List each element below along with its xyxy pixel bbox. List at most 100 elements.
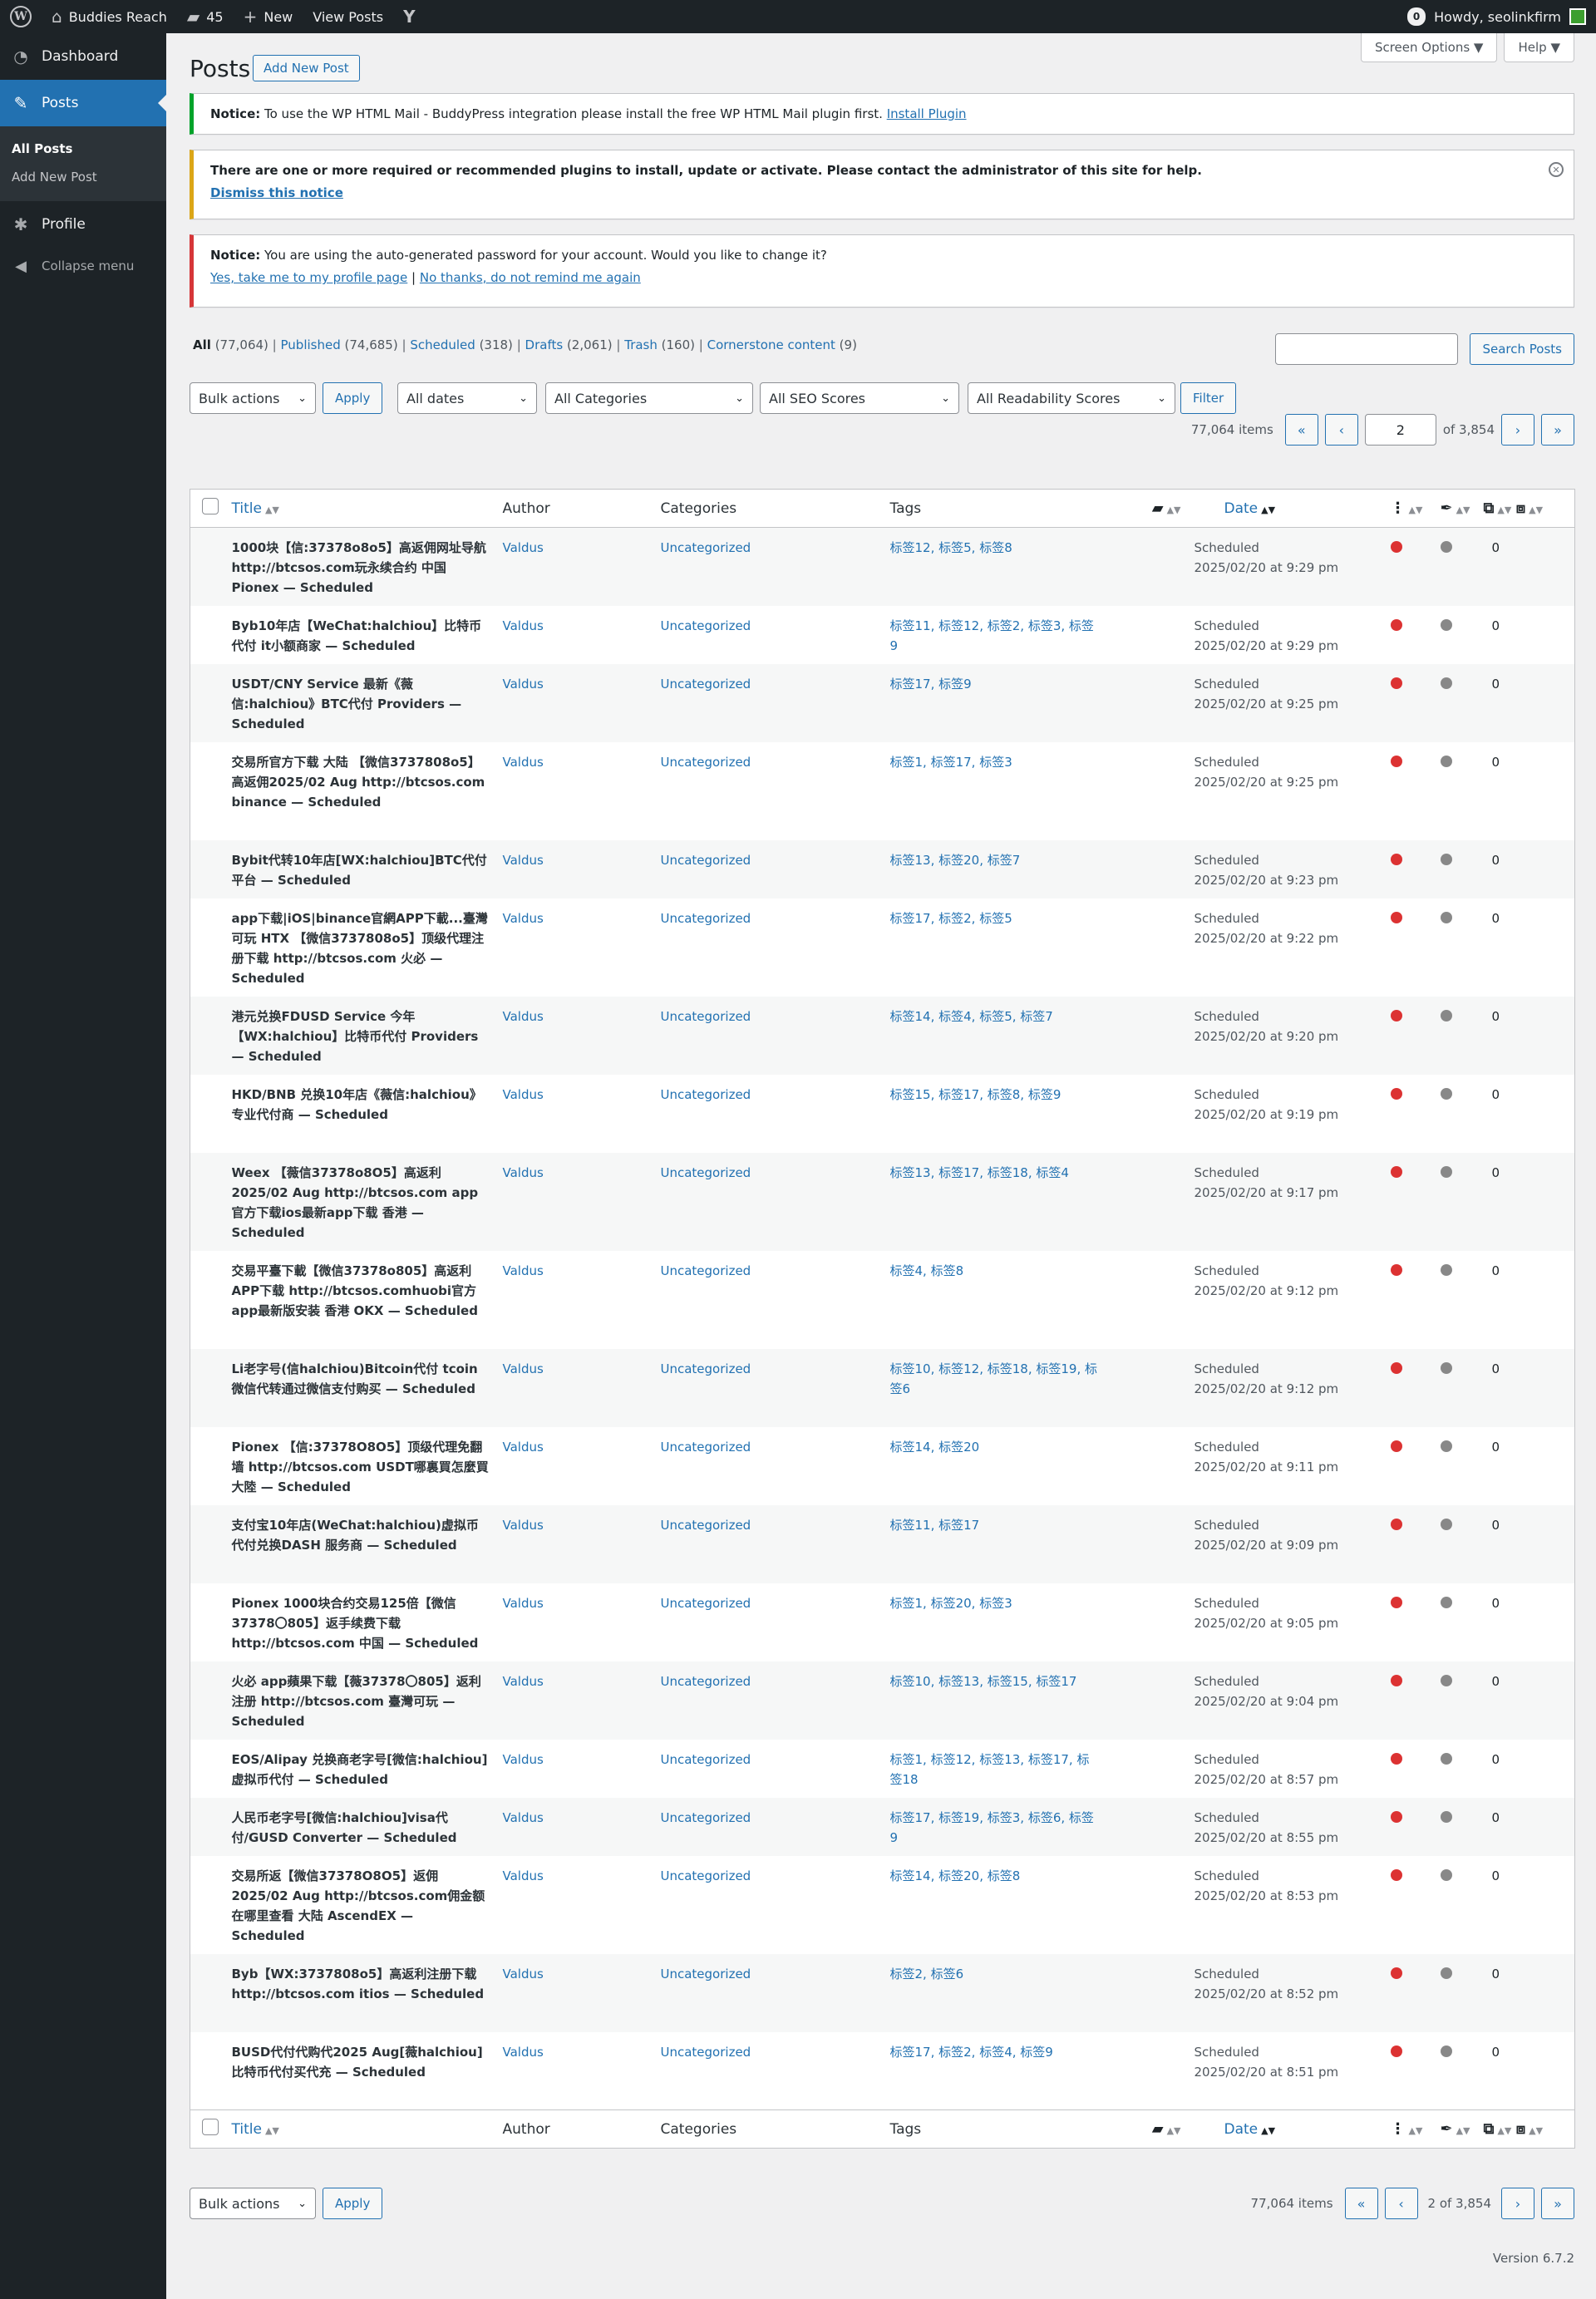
next-page-button[interactable]: ›	[1501, 414, 1534, 446]
tags-link[interactable]: 标签15, 标签17, 标签8, 标签9	[890, 1087, 1062, 1102]
post-title-text[interactable]: 1000块【信:37378o8o5】高返佣网址导航 http://btcsos.…	[232, 540, 486, 595]
author-link[interactable]: Valdus	[503, 1361, 544, 1376]
dismiss-icon[interactable]: ✕	[1549, 162, 1564, 177]
post-title[interactable]: Pionex 1000块合约交易125倍【微信37378〇805】返手续费下载 …	[225, 1583, 496, 1661]
menu-posts[interactable]: ✎ Posts	[0, 80, 166, 126]
account-menu[interactable]: 0 Howdy, seolinkfirm	[1397, 0, 1596, 33]
post-title-text[interactable]: 港元兑换FDUSD Service 今年【WX:halchiou】比特币代付 P…	[232, 1009, 479, 1064]
column-links-bottom[interactable]: ⧉ ▲▼ ⧈ ▲▼	[1476, 2109, 1575, 2149]
author-link[interactable]: Valdus	[503, 1596, 544, 1611]
site-name-link[interactable]: ⌂ Buddies Reach	[42, 0, 177, 33]
view-all[interactable]: All	[193, 337, 211, 352]
post-title-text[interactable]: 支付宝10年店(WeChat:halchiou)虚拟币代付兑换DASH 服务商 …	[232, 1518, 479, 1553]
post-title[interactable]: HKD/BNB 兑换10年店《薇信:halchiou》专业代付商 — Sched…	[225, 1075, 496, 1153]
author-link[interactable]: Valdus	[503, 1087, 544, 1102]
tags-link[interactable]: 标签11, 标签12, 标签2, 标签3, 标签9	[890, 618, 1094, 653]
category-filter-select[interactable]: All Categories ⌄	[545, 382, 753, 414]
post-title-text[interactable]: USDT/CNY Service 最新《薇信:halchiou》BTC代付 Pr…	[232, 677, 462, 731]
post-title[interactable]: USDT/CNY Service 最新《薇信:halchiou》BTC代付 Pr…	[225, 664, 496, 742]
tags-link[interactable]: 标签2, 标签6	[890, 1967, 964, 1981]
post-title-text[interactable]: HKD/BNB 兑换10年店《薇信:halchiou》专业代付商 — Sched…	[232, 1087, 482, 1122]
post-title[interactable]: 港元兑换FDUSD Service 今年【WX:halchiou】比特币代付 P…	[225, 997, 496, 1075]
dismiss-notice-link[interactable]: Dismiss this notice	[210, 185, 343, 200]
menu-profile[interactable]: ✱ Profile	[0, 201, 166, 248]
view-drafts[interactable]: Drafts	[525, 337, 564, 352]
post-title[interactable]: Pionex 【信:37378O8O5】顶级代理免翻墙 http://btcso…	[225, 1427, 496, 1505]
view-posts-link[interactable]: View Posts	[303, 0, 393, 33]
author-link[interactable]: Valdus	[503, 677, 544, 692]
post-title-text[interactable]: 火必 app蘋果下载【薇37378〇805】返利注册 http://btcsos…	[232, 1674, 481, 1729]
author-link[interactable]: Valdus	[503, 540, 544, 555]
post-title[interactable]: 交易所返【微信37378O8O5】返佣2025/02 Aug http://bt…	[225, 1856, 496, 1954]
tags-link[interactable]: 标签10, 标签12, 标签18, 标签19, 标签6	[890, 1361, 1098, 1396]
column-title-bottom[interactable]: Title ▲▼	[224, 2109, 496, 2149]
column-seo-score-bottom[interactable]: ⋮ ▲▼	[1383, 2109, 1434, 2149]
view-published[interactable]: Published	[281, 337, 341, 352]
category-link[interactable]: Uncategorized	[661, 1518, 751, 1533]
author-link[interactable]: Valdus	[503, 1752, 544, 1767]
author-link[interactable]: Valdus	[503, 755, 544, 770]
readability-filter-select[interactable]: All Readability Scores ⌄	[968, 382, 1175, 414]
category-link[interactable]: Uncategorized	[661, 1087, 751, 1102]
post-title-text[interactable]: Pionex 【信:37378O8O5】顶级代理免翻墙 http://btcso…	[232, 1440, 489, 1494]
author-link[interactable]: Valdus	[503, 618, 544, 633]
post-title[interactable]: Weex 【薇信37378o8O5】高返利 2025/02 Aug http:/…	[225, 1153, 496, 1251]
menu-dashboard[interactable]: ◔ Dashboard	[0, 33, 166, 80]
add-new-post-button[interactable]: Add New Post	[253, 55, 360, 81]
last-page-button-bottom[interactable]: »	[1541, 2188, 1574, 2219]
category-link[interactable]: Uncategorized	[661, 1810, 751, 1825]
new-content-menu[interactable]: + New	[234, 0, 303, 33]
post-title-text[interactable]: 交易所返【微信37378O8O5】返佣2025/02 Aug http://bt…	[232, 1868, 485, 1943]
current-page-input[interactable]: 2	[1364, 414, 1436, 446]
category-link[interactable]: Uncategorized	[661, 1263, 751, 1278]
tags-link[interactable]: 标签17, 标签9	[890, 677, 972, 692]
tags-link[interactable]: 标签17, 标签2, 标签4, 标签9	[890, 2045, 1053, 2060]
view-trash[interactable]: Trash	[624, 337, 658, 352]
author-link[interactable]: Valdus	[503, 1440, 544, 1455]
column-readability[interactable]: ✒ ▲▼	[1433, 489, 1477, 528]
prev-page-button[interactable]: ‹	[1324, 414, 1358, 446]
post-title[interactable]: 1000块【信:37378o8o5】高返佣网址导航 http://btcsos.…	[225, 528, 496, 606]
post-title-text[interactable]: 人民币老字号[微信:halchiou]visa代付/GUSD Converter…	[232, 1810, 457, 1845]
column-links[interactable]: ⧉ ▲▼ ⧈ ▲▼	[1476, 489, 1575, 528]
author-link[interactable]: Valdus	[503, 1009, 544, 1024]
submenu-add-new-post[interactable]: Add New Post	[0, 163, 166, 191]
category-link[interactable]: Uncategorized	[661, 1361, 751, 1376]
post-title-text[interactable]: 交易平臺下載【微信37378o805】高返利APP下载 http://btcso…	[232, 1263, 478, 1318]
last-page-button[interactable]: »	[1541, 414, 1574, 446]
post-title-text[interactable]: Byb10年店【WeChat:halchiou】比特币代付 it小额商家 — S…	[232, 618, 482, 653]
search-input[interactable]	[1275, 333, 1459, 365]
post-title[interactable]: EOS/Alipay 兑换商老字号[微信:halchiou]虚拟币代付 — Sc…	[225, 1740, 496, 1798]
category-link[interactable]: Uncategorized	[661, 911, 751, 926]
post-title[interactable]: 交易平臺下載【微信37378o805】高返利APP下载 http://btcso…	[225, 1251, 496, 1349]
post-title[interactable]: 支付宝10年店(WeChat:halchiou)虚拟币代付兑换DASH 服务商 …	[225, 1505, 496, 1583]
category-link[interactable]: Uncategorized	[661, 1596, 751, 1611]
column-title[interactable]: Title ▲▼	[224, 489, 496, 528]
category-link[interactable]: Uncategorized	[661, 2045, 751, 2060]
tags-link[interactable]: 标签13, 标签20, 标签7	[890, 853, 1021, 868]
select-all-checkbox-bottom[interactable]	[202, 2119, 219, 2135]
category-link[interactable]: Uncategorized	[661, 677, 751, 692]
post-title-text[interactable]: EOS/Alipay 兑换商老字号[微信:halchiou]虚拟币代付 — Sc…	[232, 1752, 488, 1787]
yoast-menu[interactable]: Y	[393, 0, 431, 33]
category-link[interactable]: Uncategorized	[661, 540, 751, 555]
collapse-menu-button[interactable]: ◀ Collapse menu	[0, 248, 166, 284]
column-readability-bottom[interactable]: ✒ ▲▼	[1433, 2109, 1477, 2149]
post-title[interactable]: app下载|iOS|binance官網APP下載...臺灣可玩 HTX 【微信3…	[225, 898, 496, 997]
column-date-bottom[interactable]: Date ▲▼	[1187, 2109, 1384, 2149]
tags-link[interactable]: 标签17, 标签2, 标签5	[890, 911, 1012, 926]
bulk-actions-select-bottom[interactable]: Bulk actions ⌄	[190, 2188, 316, 2219]
post-title[interactable]: 交易所官方下载 大陆 【微信3737808o5】高返佣2025/02 Aug h…	[225, 742, 496, 840]
tags-link[interactable]: 标签13, 标签17, 标签18, 标签4	[890, 1165, 1069, 1180]
post-title[interactable]: 火必 app蘋果下载【薇37378〇805】返利注册 http://btcsos…	[225, 1661, 496, 1740]
next-page-button-bottom[interactable]: ›	[1501, 2188, 1534, 2219]
post-title-text[interactable]: BUSD代付代购代2025 Aug[薇halchiou]比特币代付买代充 — S…	[232, 2045, 483, 2080]
category-link[interactable]: Uncategorized	[661, 1009, 751, 1024]
column-date[interactable]: Date ▲▼	[1187, 489, 1384, 528]
tags-link[interactable]: 标签14, 标签4, 标签5, 标签7	[890, 1009, 1053, 1024]
post-title[interactable]: Byb【WX:3737808o5】高返利注册下载 http://btcsos.c…	[225, 1954, 496, 2032]
tags-link[interactable]: 标签4, 标签8	[890, 1263, 964, 1278]
post-title-text[interactable]: Li老字号(信halchiou)Bitcoin代付 tcoin微信代转通过微信支…	[232, 1361, 478, 1396]
tags-link[interactable]: 标签17, 标签19, 标签3, 标签6, 标签9	[890, 1810, 1094, 1845]
no-remind-link[interactable]: No thanks, do not remind me again	[420, 270, 641, 285]
